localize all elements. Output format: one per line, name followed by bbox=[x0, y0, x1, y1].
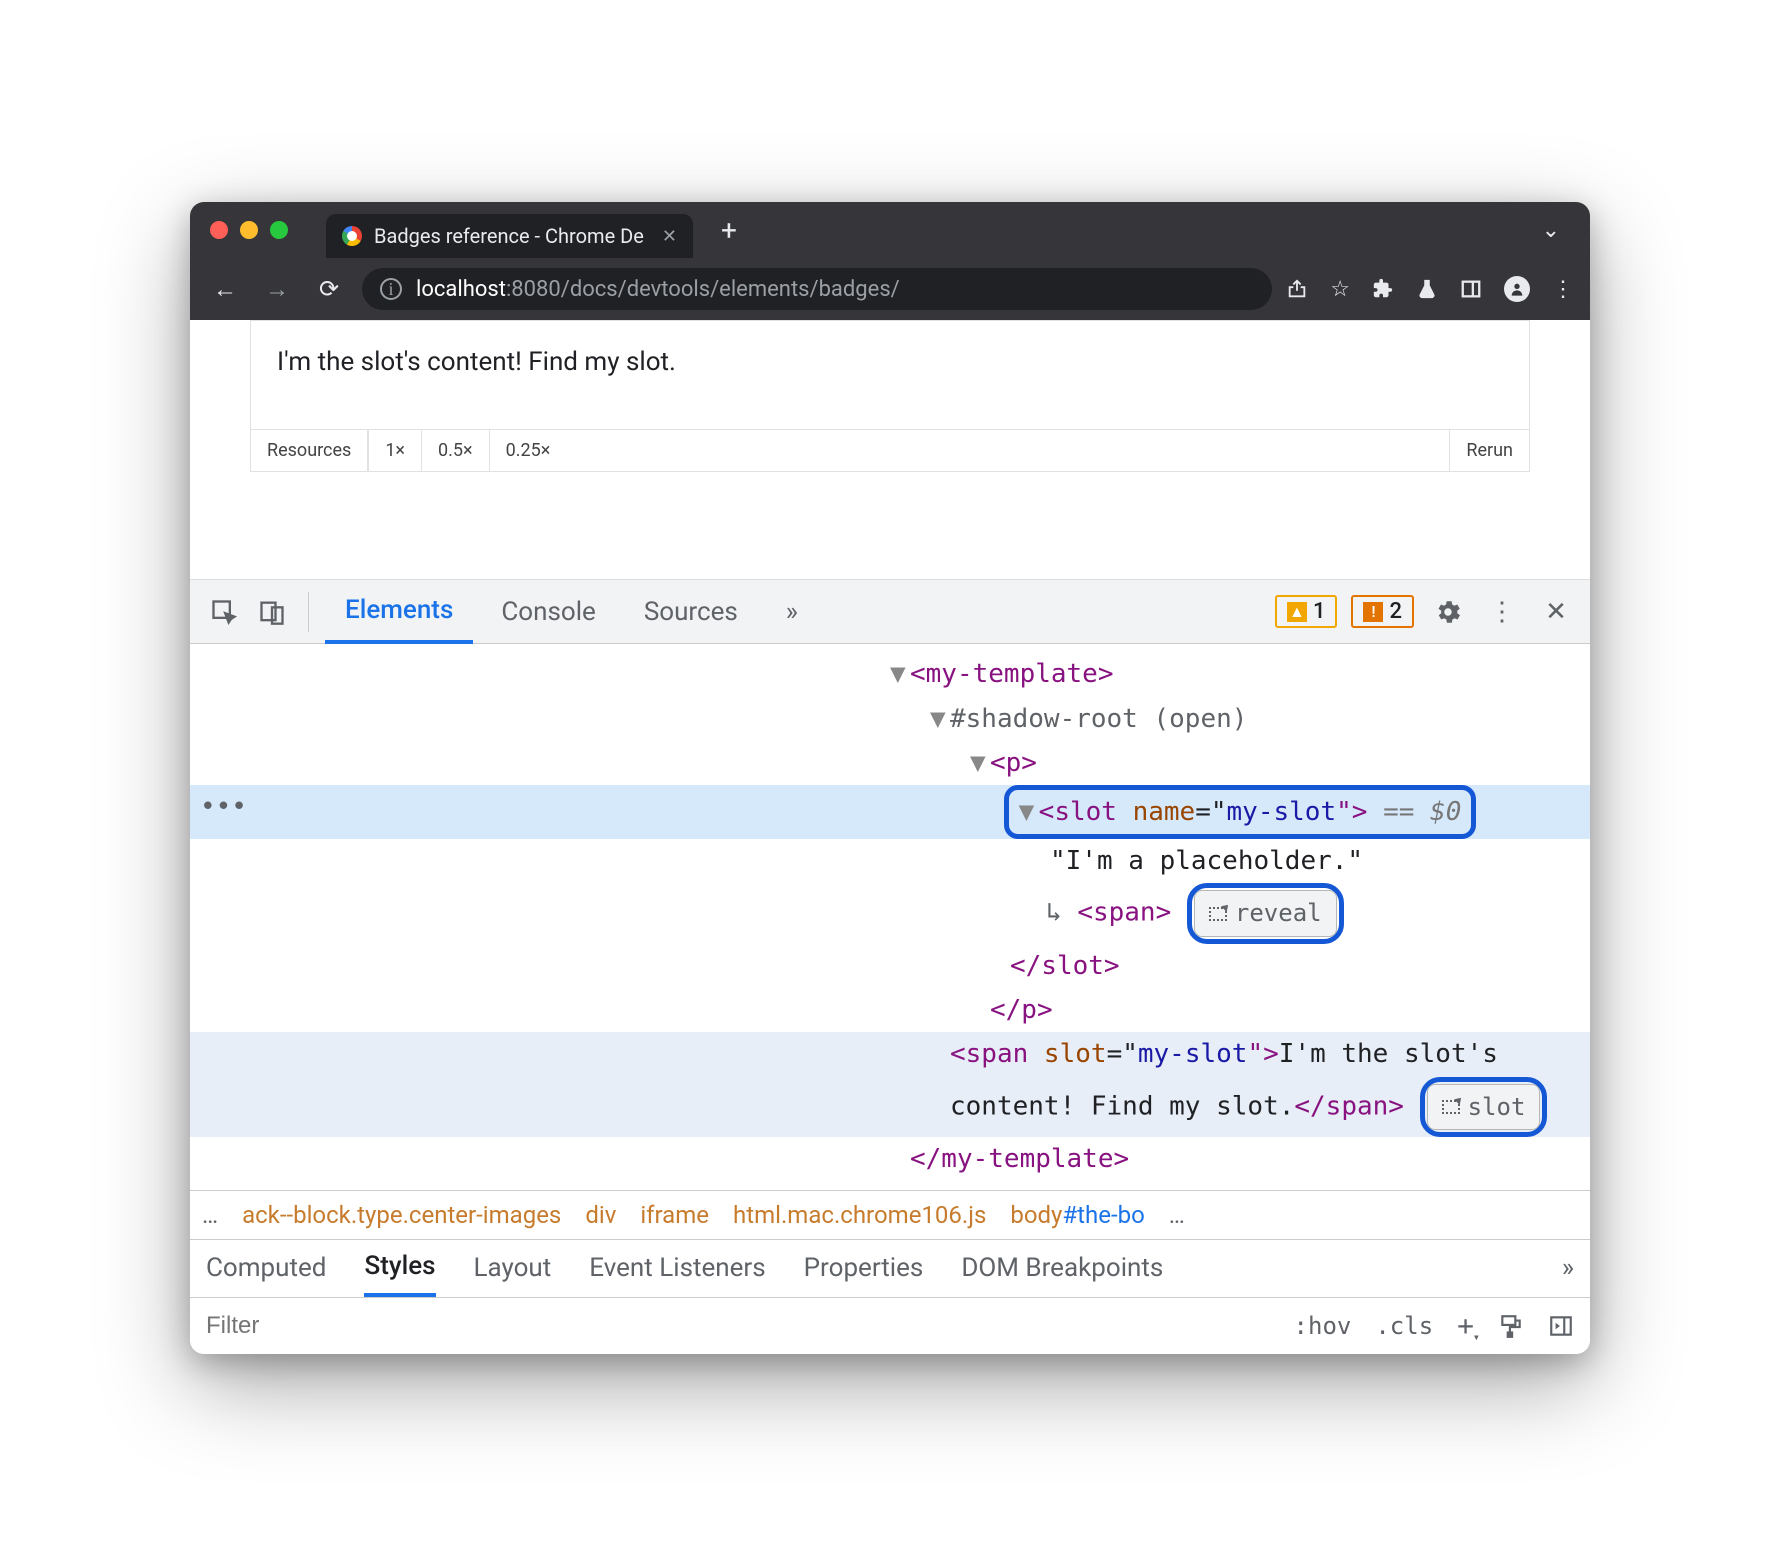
devtools-tabs: Elements Console Sources » ▲1 !2 ⋮ ✕ bbox=[190, 580, 1590, 644]
address-bar[interactable]: i localhost:8080/docs/devtools/elements/… bbox=[362, 268, 1272, 310]
crumb-html[interactable]: html.mac.chrome106.js bbox=[733, 1201, 986, 1229]
rerun-button[interactable]: Rerun bbox=[1449, 430, 1529, 471]
new-style-rule-icon[interactable]: +▾ bbox=[1457, 1309, 1474, 1342]
browser-tab[interactable]: Badges reference - Chrome De ✕ bbox=[326, 214, 693, 258]
traffic-lights bbox=[210, 221, 288, 239]
dom-span-content-line[interactable]: <span slot="my-slot">I'm the slot's bbox=[190, 1032, 1590, 1076]
share-icon[interactable] bbox=[1286, 278, 1308, 300]
minimize-window-icon[interactable] bbox=[240, 221, 258, 239]
slot-content-text: I'm the slot's content! Find my slot. bbox=[277, 347, 676, 377]
crumb-div[interactable]: div bbox=[585, 1201, 616, 1229]
crumb-body[interactable]: body#the-bo bbox=[1010, 1201, 1144, 1229]
zoom-025x-button[interactable]: 0.25× bbox=[489, 430, 567, 471]
page-viewport: I'm the slot's content! Find my slot. Re… bbox=[190, 320, 1590, 580]
more-menu-icon[interactable]: ⋮ bbox=[1482, 592, 1522, 632]
subtab-dom-breakpoints[interactable]: DOM Breakpoints bbox=[961, 1253, 1163, 1283]
dom-my-template-open[interactable]: <my-template> bbox=[910, 659, 1114, 689]
reveal-badge[interactable]: reveal bbox=[1194, 890, 1337, 937]
dom-p-open[interactable]: <p> bbox=[990, 748, 1037, 778]
line-actions-icon[interactable]: ••• bbox=[200, 785, 247, 829]
devtools-panel: Elements Console Sources » ▲1 !2 ⋮ ✕ ▼<m… bbox=[190, 580, 1590, 1353]
device-toggle-icon[interactable] bbox=[252, 592, 292, 632]
tab-elements[interactable]: Elements bbox=[325, 581, 473, 644]
demo-card: I'm the slot's content! Find my slot. Re… bbox=[250, 320, 1530, 472]
kebab-menu-icon[interactable]: ⋮ bbox=[1552, 277, 1574, 302]
reveal-icon bbox=[1209, 907, 1227, 921]
demo-footer: Resources 1× 0.5× 0.25× Rerun bbox=[251, 429, 1529, 471]
dom-span-close[interactable]: </span> bbox=[1294, 1091, 1404, 1121]
tabs-dropdown-icon[interactable]: ⌄ bbox=[1532, 218, 1570, 243]
crumbs-left-more-icon[interactable]: … bbox=[202, 1201, 218, 1229]
browser-window: Badges reference - Chrome De ✕ + ⌄ ← → ⟳… bbox=[190, 202, 1590, 1353]
warnings-badge[interactable]: ▲1 bbox=[1275, 595, 1338, 628]
close-devtools-icon[interactable]: ✕ bbox=[1536, 592, 1576, 632]
url-bar: ← → ⟳ i localhost:8080/docs/devtools/ele… bbox=[190, 258, 1590, 320]
subtabs-overflow-icon[interactable]: » bbox=[1562, 1253, 1574, 1283]
dom-p-close[interactable]: </p> bbox=[990, 995, 1053, 1025]
dom-span-link[interactable]: <span> bbox=[1077, 898, 1171, 928]
dom-selected-line[interactable]: ••• ▼<slot name="my-slot"> == $0 bbox=[190, 785, 1590, 839]
window-titlebar: Badges reference - Chrome De ✕ + ⌄ bbox=[190, 202, 1590, 258]
chrome-favicon-icon bbox=[342, 226, 362, 246]
subtab-event-listeners[interactable]: Event Listeners bbox=[589, 1253, 765, 1283]
inspect-icon[interactable] bbox=[204, 592, 244, 632]
dom-slot-close[interactable]: </slot> bbox=[1010, 951, 1120, 981]
panel-icon[interactable] bbox=[1460, 278, 1482, 300]
url-path: :8080/docs/devtools/elements/badges/ bbox=[506, 277, 900, 302]
tabs-overflow-icon[interactable]: » bbox=[766, 580, 818, 643]
dom-shadow-root[interactable]: #shadow-root (open) bbox=[950, 704, 1247, 734]
tab-close-icon[interactable]: ✕ bbox=[662, 226, 677, 247]
url-host: localhost bbox=[416, 277, 506, 302]
subtab-styles[interactable]: Styles bbox=[364, 1240, 435, 1297]
site-info-icon[interactable]: i bbox=[380, 278, 402, 300]
labs-icon[interactable] bbox=[1416, 278, 1438, 300]
crumbs-right-more-icon[interactable]: … bbox=[1169, 1201, 1185, 1229]
zoom-05x-button[interactable]: 0.5× bbox=[421, 430, 489, 471]
subtab-computed[interactable]: Computed bbox=[206, 1253, 326, 1283]
crumb-iframe[interactable]: iframe bbox=[640, 1201, 709, 1229]
subtab-properties[interactable]: Properties bbox=[804, 1253, 924, 1283]
dom-tree[interactable]: ▼<my-template> ▼#shadow-root (open) ▼<p>… bbox=[190, 644, 1590, 1189]
close-window-icon[interactable] bbox=[210, 221, 228, 239]
tab-console[interactable]: Console bbox=[481, 580, 615, 643]
dom-my-template-close[interactable]: </my-template> bbox=[910, 1144, 1129, 1174]
styles-filter-bar: :hov .cls +▾ bbox=[190, 1298, 1590, 1354]
crumb-ack-block[interactable]: ack--block.type.center-images bbox=[242, 1201, 561, 1229]
toggle-sidebar-icon[interactable] bbox=[1548, 1313, 1574, 1339]
cls-toggle[interactable]: .cls bbox=[1375, 1312, 1433, 1340]
tab-title: Badges reference - Chrome De bbox=[374, 224, 644, 248]
forward-button[interactable]: → bbox=[258, 270, 296, 308]
styles-subtabs: Computed Styles Layout Event Listeners P… bbox=[190, 1240, 1590, 1298]
bookmark-star-icon[interactable]: ☆ bbox=[1330, 277, 1350, 302]
slot-badge[interactable]: slot bbox=[1427, 1084, 1541, 1131]
dom-placeholder-text: "I'm a placeholder." bbox=[1050, 846, 1363, 876]
errors-badge[interactable]: !2 bbox=[1351, 595, 1414, 628]
subtab-layout[interactable]: Layout bbox=[474, 1253, 552, 1283]
maximize-window-icon[interactable] bbox=[270, 221, 288, 239]
reveal-badge-ring: reveal bbox=[1187, 883, 1344, 944]
profile-avatar-icon[interactable] bbox=[1504, 276, 1530, 302]
slot-badge-icon bbox=[1442, 1100, 1460, 1114]
toolbar-icons: ☆ ⋮ bbox=[1286, 276, 1574, 302]
extensions-icon[interactable] bbox=[1372, 278, 1394, 300]
styles-filter-input[interactable] bbox=[206, 1312, 1272, 1340]
back-button[interactable]: ← bbox=[206, 270, 244, 308]
resources-button[interactable]: Resources bbox=[251, 430, 368, 471]
slot-badge-ring: slot bbox=[1420, 1077, 1548, 1138]
paint-icon[interactable] bbox=[1498, 1313, 1524, 1339]
hov-toggle[interactable]: :hov bbox=[1294, 1312, 1352, 1340]
new-tab-button[interactable]: + bbox=[703, 214, 755, 247]
zoom-1x-button[interactable]: 1× bbox=[368, 430, 421, 471]
tab-sources[interactable]: Sources bbox=[624, 580, 758, 643]
settings-gear-icon[interactable] bbox=[1428, 592, 1468, 632]
reload-button[interactable]: ⟳ bbox=[310, 270, 348, 308]
dom-breadcrumb[interactable]: … ack--block.type.center-images div ifra… bbox=[190, 1190, 1590, 1240]
